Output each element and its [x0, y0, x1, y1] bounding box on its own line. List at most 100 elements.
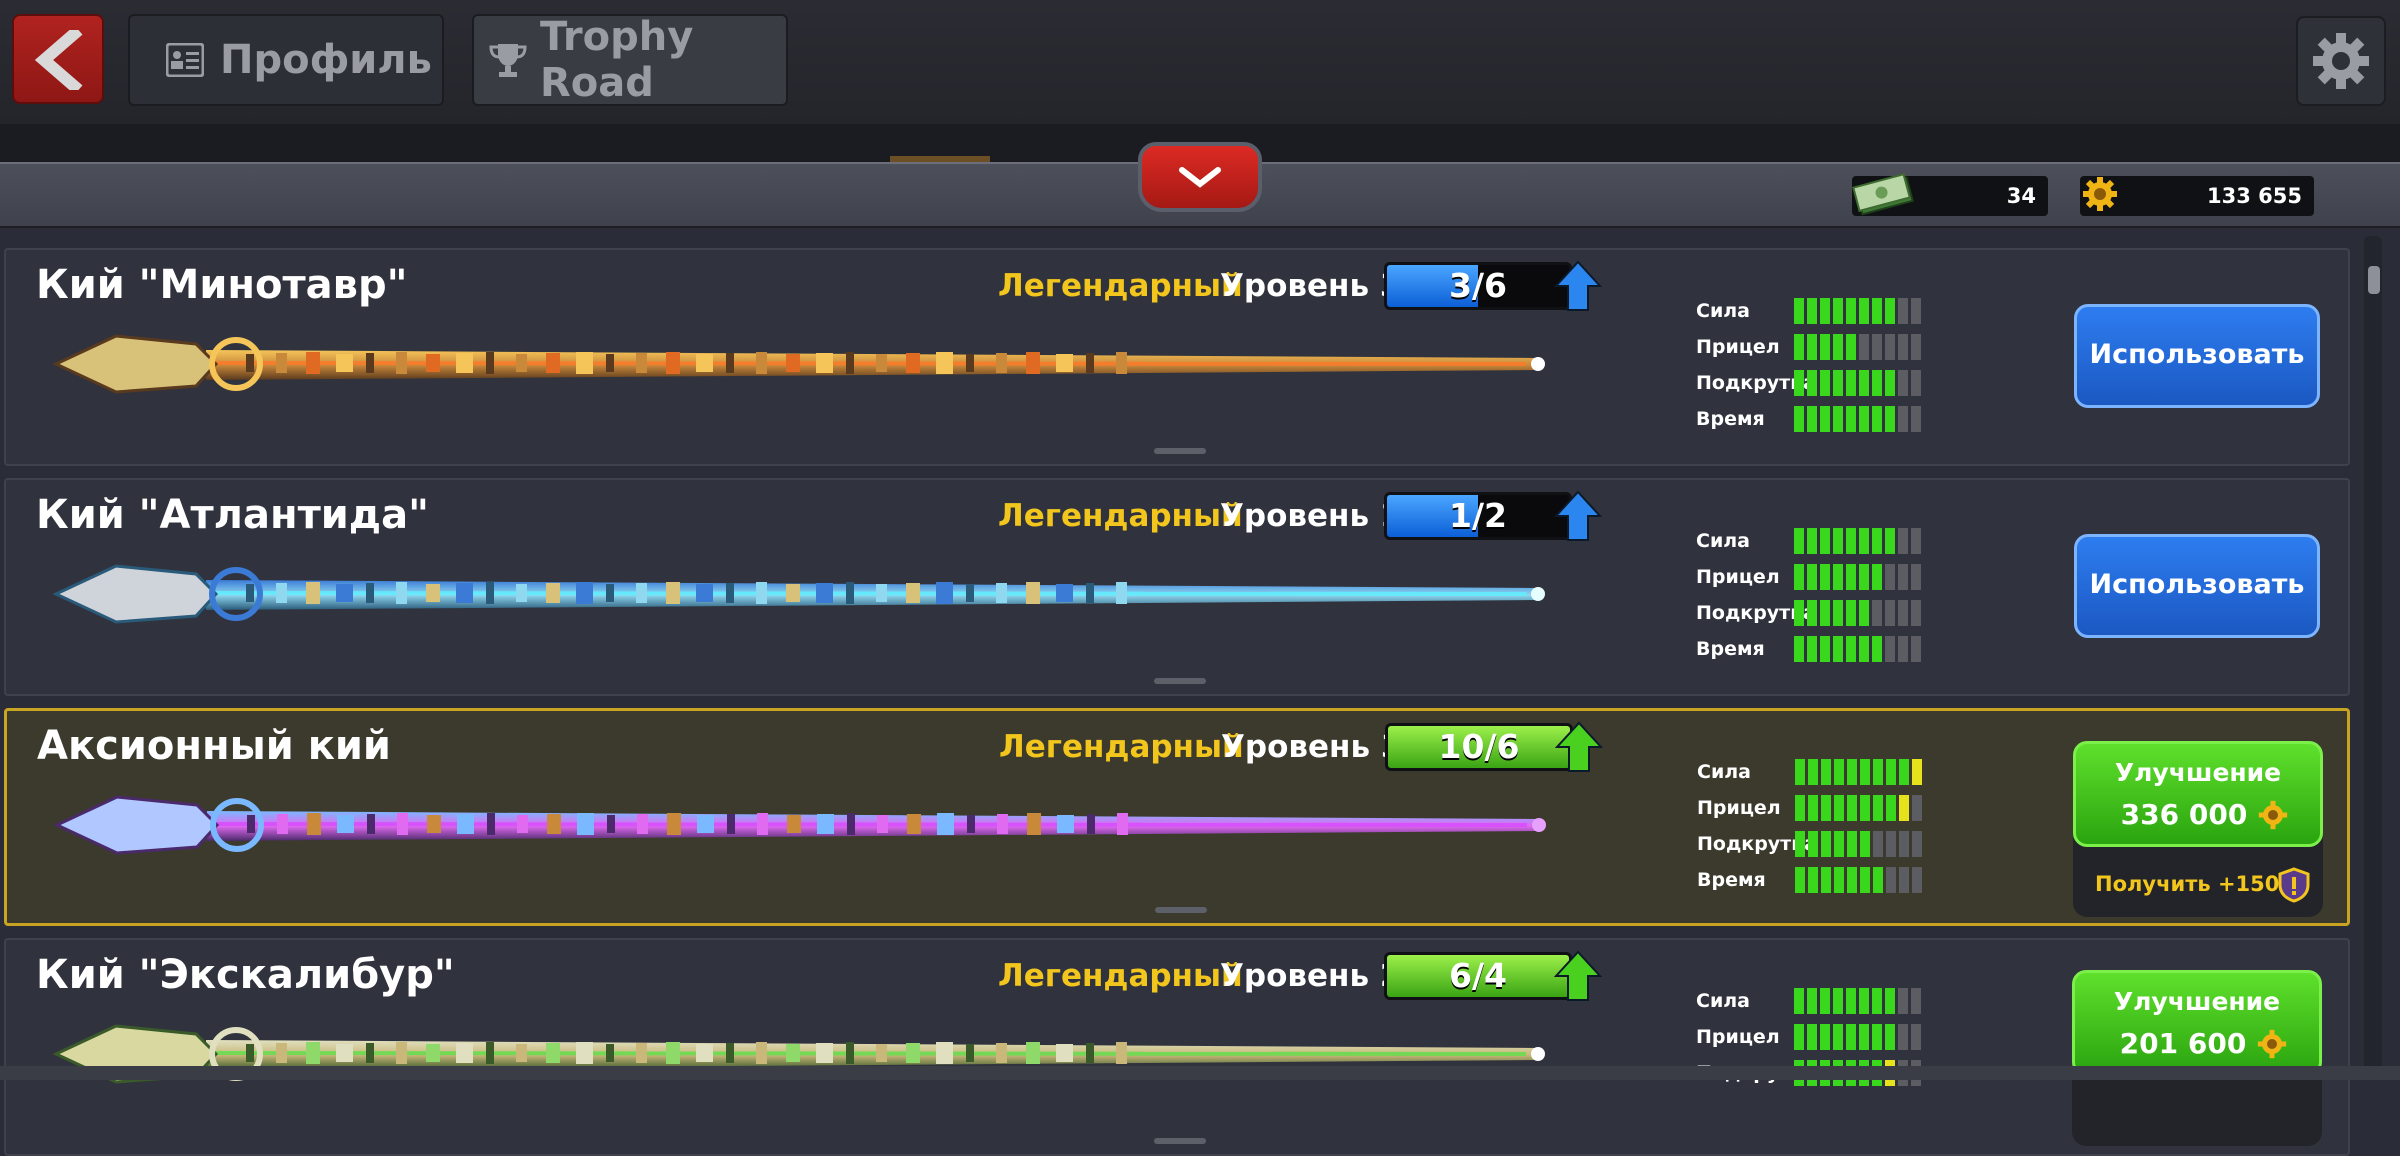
stat-label: Сила [1696, 300, 1750, 322]
stat-segment [1912, 759, 1922, 785]
chevron-down-icon [1179, 167, 1221, 188]
upgrade-button[interactable]: Улучшение 201 600 [2072, 970, 2322, 1076]
bottom-edge [0, 1066, 2400, 1080]
stat-segment [1872, 1024, 1882, 1050]
stat-segment [1794, 636, 1804, 662]
stat-segment [1860, 759, 1870, 785]
use-button[interactable]: Использовать [2074, 534, 2320, 638]
stat-segment [1846, 636, 1856, 662]
cue-card[interactable]: Кий "Атлантида" Легендарный Уровень 1 1/… [4, 478, 2350, 696]
stat-segment [1872, 298, 1882, 324]
expand-handle[interactable] [1154, 1138, 1206, 1144]
stat-segment [1847, 795, 1857, 821]
profile-card-icon [166, 43, 204, 77]
stat-segment [1833, 1024, 1843, 1050]
stat-segment [1885, 564, 1895, 590]
stat-bar [1795, 831, 1922, 857]
stat-segment [1794, 528, 1804, 554]
expand-handle[interactable] [1154, 678, 1206, 684]
cue-image [52, 564, 1545, 624]
stat-bar [1794, 636, 1921, 662]
cue-image [52, 1024, 1545, 1084]
stat-label: Сила [1697, 761, 1751, 783]
stat-label: Прицел [1696, 1026, 1780, 1048]
stat-segment [1886, 759, 1896, 785]
upgrade-label: Улучшение [2114, 758, 2282, 787]
back-button[interactable] [12, 14, 104, 104]
stat-segment [1820, 564, 1830, 590]
cash-icon [1852, 173, 1914, 216]
cue-level: Уровень 2 [1220, 958, 1402, 994]
expand-handle[interactable] [1154, 448, 1206, 454]
stat-segment [1898, 334, 1908, 360]
stat-segment [1820, 636, 1830, 662]
use-button[interactable]: Использовать [2074, 304, 2320, 408]
stat-segment [1807, 406, 1817, 432]
stat-segment [1885, 528, 1895, 554]
stat-segment [1833, 406, 1843, 432]
stat-segment [1911, 528, 1921, 554]
stat-segment [1794, 334, 1804, 360]
stat-segment [1885, 1024, 1895, 1050]
cue-rarity: Легендарный [998, 498, 1243, 534]
stat-segment [1820, 298, 1830, 324]
upgrade-button[interactable]: Улучшение 336 000 [2073, 741, 2323, 847]
cue-level: Уровень 3 [1221, 729, 1403, 765]
stat-label: Сила [1696, 530, 1750, 552]
stat-segment [1898, 1024, 1908, 1050]
stat-segment [1872, 370, 1882, 396]
gear-icon [2313, 33, 2369, 89]
stat-segment [1808, 867, 1818, 893]
stat-bar [1794, 988, 1921, 1014]
tab-trophy-road[interactable]: Trophy Road [472, 14, 788, 106]
stat-segment [1807, 988, 1817, 1014]
stat-bar [1794, 528, 1921, 554]
stat-segment [1899, 867, 1909, 893]
stat-segment [1847, 831, 1857, 857]
stat-segment [1911, 600, 1921, 626]
settings-button[interactable] [2296, 16, 2386, 106]
stat-label: Время [1696, 638, 1765, 660]
stat-bar [1794, 564, 1921, 590]
stat-segment [1807, 298, 1817, 324]
stat-segment [1847, 867, 1857, 893]
scrollbar[interactable] [2364, 236, 2382, 1072]
cue-rarity: Легендарный [998, 958, 1243, 994]
collapse-button[interactable] [1138, 142, 1262, 212]
stat-segment [1912, 831, 1922, 857]
stat-segment [1808, 831, 1818, 857]
cue-card[interactable]: Кий "Минотавр" Легендарный Уровень 3 3/6… [4, 248, 2350, 466]
stat-segment [1911, 334, 1921, 360]
stat-segment [1821, 867, 1831, 893]
stat-segment [1794, 298, 1804, 324]
cue-card[interactable]: Аксионный кий Легендарный Уровень 3 10/6… [4, 708, 2350, 926]
level-progress-text: 6/4 [1449, 956, 1507, 995]
stat-segment [1808, 759, 1818, 785]
stat-segment [1795, 759, 1805, 785]
stat-segment [1846, 370, 1856, 396]
stat-segment [1899, 795, 1909, 821]
cue-rarity: Легендарный [998, 268, 1243, 304]
coin-icon [2258, 800, 2288, 830]
stat-segment [1846, 988, 1856, 1014]
stat-segment [1911, 988, 1921, 1014]
stat-segment [1860, 795, 1870, 821]
stat-segment [1898, 600, 1908, 626]
stat-segment [1820, 334, 1830, 360]
stat-segment [1833, 636, 1843, 662]
level-up-arrow-icon [1554, 950, 1602, 1001]
stat-segment [1872, 988, 1882, 1014]
stat-segment [1807, 600, 1817, 626]
stat-segment [1820, 370, 1830, 396]
tab-profile[interactable]: Профиль [128, 14, 444, 106]
stat-segment [1795, 831, 1805, 857]
cue-card[interactable]: Кий "Экскалибур" Легендарный Уровень 2 6… [4, 938, 2350, 1156]
stat-segment [1885, 406, 1895, 432]
cue-rarity: Легендарный [999, 729, 1244, 765]
expand-handle[interactable] [1155, 907, 1207, 913]
level-up-arrow-icon [1555, 721, 1603, 772]
stat-label: Время [1696, 408, 1765, 430]
scroll-thumb[interactable] [2368, 266, 2380, 294]
stat-bar [1794, 298, 1921, 324]
level-progress-bar: 1/2 [1384, 492, 1572, 540]
